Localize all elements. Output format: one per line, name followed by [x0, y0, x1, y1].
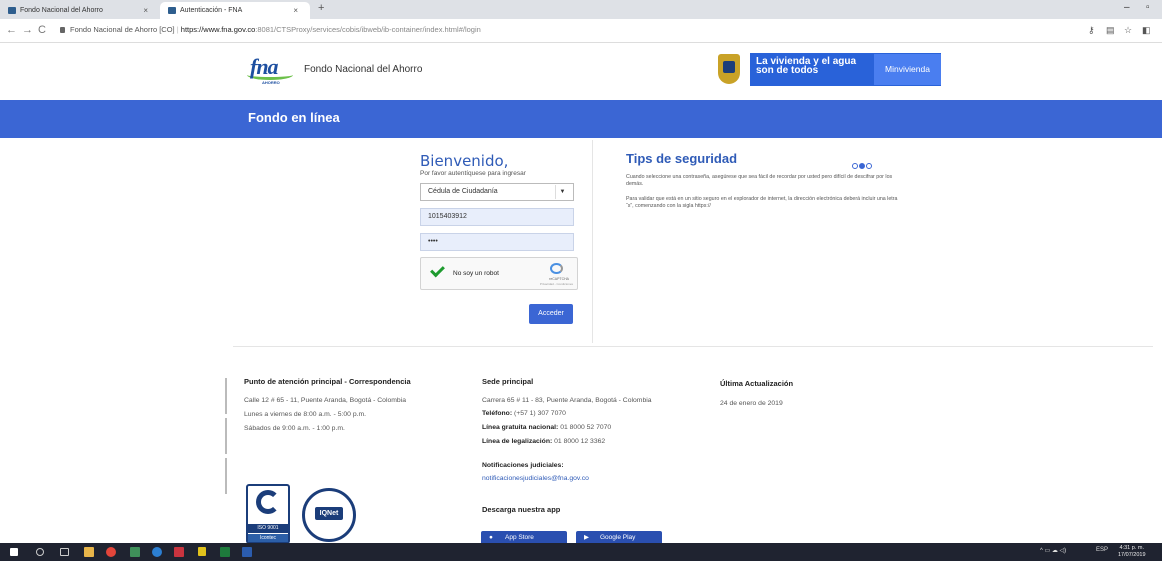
chevron-down-icon: ▼ — [555, 185, 569, 199]
ministry-link[interactable]: Minvivienda — [874, 54, 941, 85]
carousel-dots — [852, 156, 873, 174]
lock-icon — [60, 27, 65, 33]
login-subtitle: Por favor autentíquese para ingresar — [420, 170, 526, 177]
iqnet-label: IQNet — [315, 507, 343, 520]
password-value: •••• — [428, 238, 438, 245]
fna-logo[interactable]: fna — [250, 54, 279, 80]
tab-title: Fondo Nacional del Ahorro — [20, 7, 103, 14]
close-tab-icon[interactable]: × — [293, 2, 298, 19]
icontec-c-icon — [256, 490, 280, 514]
excel-icon[interactable] — [220, 547, 230, 557]
back-icon[interactable]: ← — [6, 24, 17, 36]
tip-text: Cuando seleccione una contraseña, asegúr… — [626, 174, 893, 187]
last-update-date: 24 de enero de 2019 — [720, 400, 783, 407]
document-number-value: 1015403912 — [428, 213, 467, 220]
app-icon[interactable] — [152, 547, 162, 557]
star-icon[interactable]: ☆ — [1124, 25, 1132, 36]
windows-start-icon[interactable] — [10, 548, 18, 556]
checkmark-icon[interactable] — [430, 262, 445, 278]
language-indicator[interactable]: ESP — [1096, 547, 1108, 553]
search-icon[interactable] — [36, 548, 44, 556]
colombia-shield-icon — [718, 54, 740, 84]
forward-icon[interactable]: → — [22, 24, 33, 36]
app-icon[interactable] — [174, 547, 184, 557]
url-site: Fondo Nacional de Ahorro [CO] — [70, 25, 175, 34]
page-title: Fondo en línea — [248, 110, 340, 125]
browser-tab-bar: Fondo Nacional del Ahorro × Autenticació… — [0, 0, 1162, 19]
footer-phone: Teléfono: (+57 1) 307 7070 — [482, 410, 566, 417]
app-download-heading: Descarga nuestra app — [482, 505, 561, 514]
new-tab-button[interactable]: + — [318, 2, 324, 14]
certification-strip — [222, 378, 234, 523]
footer-legal-line: Línea de legalización: 01 8000 12 3362 — [482, 438, 606, 445]
recaptcha-links[interactable]: Privacidad - Condiciones — [540, 282, 573, 286]
gov-slogan: La vivienda y el agua son de todos — [756, 56, 857, 76]
iqnet-logo: IQNet — [302, 488, 356, 542]
footer-address: Carrera 65 # 11 - 83, Puente Aranda, Bog… — [482, 397, 652, 404]
tab-title: Autenticación - FNA — [180, 7, 243, 14]
url-field[interactable]: Fondo Nacional de Ahorro [CO] | https://… — [60, 25, 481, 34]
footer-toll-free: Línea gratuita nacional: 01 8000 52 7070 — [482, 424, 612, 431]
welcome-heading: Bienvenido, — [420, 152, 509, 170]
taskbar: ^ ▭ ☁ ◁) ESP 4:31 p. m. 17/07/2019 — [0, 543, 1162, 561]
minimize-button[interactable]: – — [1124, 2, 1130, 13]
iso-label: ISO 9001 — [248, 524, 288, 533]
extension-icon[interactable]: ◧ — [1142, 25, 1151, 36]
footer-notif-heading: Notificaciones judiciales: — [482, 462, 564, 469]
password-input[interactable]: •••• — [420, 233, 574, 251]
tray-icons[interactable]: ^ ▭ ☁ ◁) — [1040, 547, 1066, 554]
recaptcha-widget[interactable]: No soy un robot reCAPTCHA Privacidad - C… — [420, 257, 578, 290]
document-type-value: Cédula de Ciudadanía — [428, 188, 498, 195]
footer-heading: Sede principal — [482, 377, 534, 386]
footer-line: Calle 12 # 65 - 11, Puente Aranda, Bogot… — [244, 397, 406, 404]
favicon-icon — [168, 7, 176, 14]
tips-heading: Tips de seguridad — [626, 151, 738, 166]
footer-line: Sábados de 9:00 a.m. - 1:00 p.m. — [244, 425, 345, 432]
file-explorer-icon[interactable] — [84, 547, 94, 557]
browser-tab-active[interactable]: Autenticación - FNA × — [160, 2, 310, 19]
recaptcha-icon — [550, 263, 563, 274]
key-icon[interactable]: ⚷ — [1088, 25, 1095, 36]
browser-tab[interactable]: Fondo Nacional del Ahorro × — [0, 2, 160, 19]
chrome-icon[interactable] — [106, 547, 116, 557]
notification-email-link[interactable]: notificacionesjudiciales@fna.gov.co — [482, 475, 589, 482]
clock[interactable]: 4:31 p. m. 17/07/2019 — [1118, 545, 1146, 559]
carousel-dot[interactable] — [866, 163, 872, 169]
carousel-dot-active[interactable] — [859, 163, 865, 169]
tip-text: Para validar que está en un sitio seguro… — [626, 196, 898, 209]
carousel-dot[interactable] — [852, 163, 858, 169]
maximize-button[interactable]: ▫ — [1146, 2, 1150, 13]
favicon-icon — [8, 7, 16, 14]
org-name: Fondo Nacional del Ahorro — [304, 64, 423, 75]
footer-heading: Punto de atención principal - Correspond… — [244, 377, 411, 386]
footer-line: Lunes a viernes de 8:00 a.m. - 5:00 p.m. — [244, 411, 367, 418]
sticky-notes-icon[interactable] — [198, 547, 206, 556]
recaptcha-label: No soy un robot — [453, 270, 499, 277]
icontec-label: Icontec — [248, 534, 288, 542]
icontec-logo: ISO 9001 Icontec — [246, 484, 290, 544]
section-divider — [233, 346, 1153, 347]
app-icon[interactable] — [130, 547, 140, 557]
translate-icon[interactable]: ▤ — [1106, 25, 1115, 36]
document-type-select[interactable]: Cédula de Ciudadanía ▼ — [420, 183, 574, 201]
column-divider — [592, 140, 593, 343]
url-host: https://www.fna.gov.co — [180, 25, 256, 34]
word-icon[interactable] — [242, 547, 252, 557]
site-header — [0, 44, 1162, 100]
address-bar: ← → C Fondo Nacional de Ahorro [CO] | ht… — [0, 19, 1162, 43]
recaptcha-brand: reCAPTCHA — [549, 277, 569, 281]
url-path: :8081/CTSProxy/services/cobis/ibweb/ib-c… — [255, 25, 481, 34]
footer-heading: Última Actualización — [720, 379, 794, 388]
task-view-icon[interactable] — [60, 548, 69, 556]
fna-logo-sub: AHORRO — [262, 80, 280, 85]
login-button[interactable]: Acceder — [529, 304, 573, 324]
reload-icon[interactable]: C — [38, 24, 46, 36]
document-number-input[interactable]: 1015403912 — [420, 208, 574, 226]
close-tab-icon[interactable]: × — [143, 2, 148, 19]
title-band — [0, 100, 1162, 138]
